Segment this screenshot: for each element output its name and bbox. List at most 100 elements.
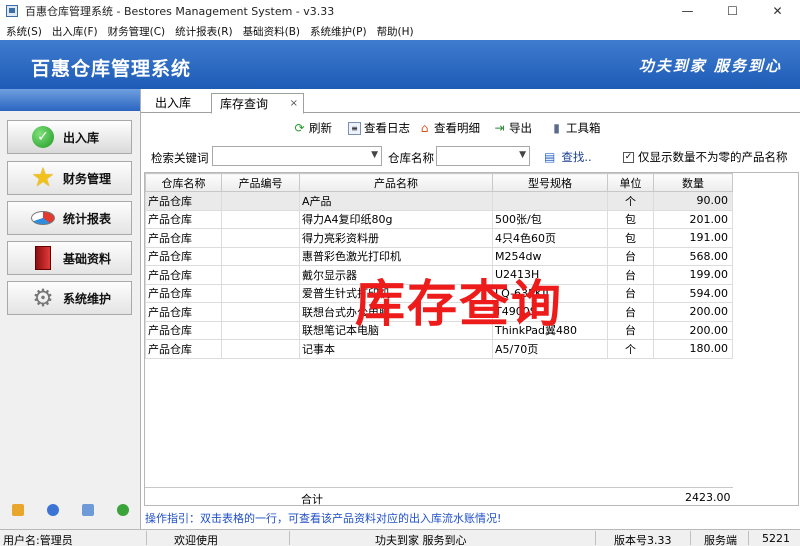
chevron-down-icon[interactable]: ▼ [519,150,526,160]
key-icon[interactable] [11,504,24,516]
tab-inventory-query[interactable]: 库存查询 × [211,93,304,114]
table-cell: 产品仓库 [145,265,222,285]
sidebar-item-inout[interactable]: ✓ 出入库 [7,120,132,154]
home-icon: ⌂ [420,121,429,135]
menu-system[interactable]: 系统(S) [6,24,42,39]
warehouse-combo[interactable]: ▼ [436,146,530,166]
table-cell: 产品仓库 [145,209,222,229]
find-label: 查找.. [561,150,592,164]
banner-slogan: 功夫到家 服务到心 [638,57,782,75]
menu-inout[interactable]: 出入库(F) [52,24,98,39]
view-detail-button[interactable]: ⌂ 查看明细 [418,119,480,137]
table-cell [221,228,300,248]
table-cell [221,302,300,322]
keyword-label: 检索关键词 [151,151,209,165]
column-header[interactable]: 仓库名称 [145,173,222,192]
table-row[interactable]: 产品仓库 A产品 个 90.00 [145,191,733,211]
refresh-button[interactable]: ⟳ 刷新 [293,119,332,137]
sidebar-item-finance[interactable]: ★ 财务管理 [7,161,132,195]
status-divider [595,531,596,545]
table-cell: 产品仓库 [145,320,222,340]
exit-icon[interactable] [117,504,130,516]
table-cell: ThinkPad翼480 [492,320,608,340]
table-row[interactable]: 产品仓库 惠普彩色激光打印机 M254dw 台 568.00 [145,246,733,266]
toolbox-label: 工具箱 [566,121,601,135]
sidebar-item-reports[interactable]: 统计报表 [7,201,132,235]
find-button[interactable]: ▤ 查找.. [544,149,592,165]
column-header[interactable]: 单位 [607,173,654,192]
menu-help[interactable]: 帮助(H) [377,24,414,39]
star-icon: ★ [31,163,55,193]
menu-maintenance[interactable]: 系统维护(P) [310,24,367,39]
sidebar: ✓ 出入库 ★ 财务管理 统计报表 基础资料 ⚙ 系统维护 [0,89,141,529]
inventory-grid: 仓库名称 产品编号 产品名称 型号规格 单位 数量 产品仓库 A产品个 90.00 产… [145,173,733,359]
sidebar-item-label: 系统维护 [63,291,112,306]
sidebar-item-label: 财务管理 [63,171,112,186]
export-icon: ⇥ [494,121,505,135]
table-cell: 594.00 [653,283,733,303]
table-cell: 包 [607,228,654,248]
nonzero-label: 仅显示数量不为零的产品名称 [638,150,788,164]
tab-inout[interactable]: 出入库 [147,93,199,113]
sidebar-item-label: 统计报表 [63,211,112,226]
export-label: 导出 [509,121,532,135]
table-cell: 得力A4复印纸80g [299,209,493,229]
table-cell [492,191,608,211]
sidebar-item-basic-data[interactable]: 基础资料 [7,241,132,275]
refresh-icon: ⟳ [294,121,305,135]
minimize-button[interactable]: — [665,0,710,22]
operation-hint: 操作指引：双击表格的一行，可查看该产品资料对应的出入库流水账情况! [145,512,502,525]
table-cell: 爱普生针式打印机 [299,283,493,303]
table-cell: 联想笔记本电脑 [299,320,493,340]
table-cell: 记事本 [299,339,493,359]
toolbox-button[interactable]: ▮ 工具箱 [550,119,601,137]
toolbar: ⟳ 刷新 ≡ 查看日志 ⌂ 查看明细 ⇥ 导出 ▮ 工具箱 [141,117,800,139]
table-row[interactable]: 产品仓库 得力A4复印纸80g 500张/包包 201.00 [145,209,733,229]
table-cell: LQ-635KII [492,283,608,303]
title-bar: 百惠仓库管理系统 - Bestores Management System - … [0,0,800,22]
status-divider [690,531,691,545]
table-row[interactable]: 产品仓库 得力亮彩资料册 4只4色60页包 191.00 [145,228,733,248]
chevron-down-icon[interactable]: ▼ [371,150,378,160]
tab-close-icon[interactable]: × [290,94,298,114]
status-divider [289,531,290,545]
window-icon[interactable] [82,504,95,516]
close-button[interactable]: ✕ [755,0,800,22]
clock-icon[interactable] [46,504,59,516]
table-cell: 得力亮彩资料册 [299,228,493,248]
column-header[interactable]: 产品编号 [221,173,300,192]
column-header[interactable]: 产品名称 [299,173,493,192]
menu-finance[interactable]: 财务管理(C) [108,24,166,39]
menu-reports[interactable]: 统计报表(R) [175,24,233,39]
keyword-combo[interactable]: ▼ [212,146,382,166]
table-row[interactable]: 产品仓库 联想台式办公电脑 T4900S 台 200.00 [145,302,733,322]
table-cell: 包 [607,209,654,229]
sidebar-item-maintenance[interactable]: ⚙ 系统维护 [7,281,132,315]
view-log-label: 查看日志 [364,121,410,135]
maximize-button[interactable]: ☐ [710,0,755,22]
table-cell [221,209,300,229]
menu-basic-data[interactable]: 基础资料(B) [243,24,300,39]
column-header[interactable]: 型号规格 [492,173,608,192]
table-cell: U2413H [492,265,608,285]
table-cell: 个 [607,339,654,359]
nonzero-checkbox[interactable]: ✓ 仅显示数量不为零的产品名称 [623,149,788,165]
table-cell: 台 [607,302,654,322]
status-mode: 服务端 [704,534,737,546]
table-cell [221,265,300,285]
status-code: 5221 [762,532,790,545]
table-cell: 4只4色60页 [492,228,608,248]
header-banner: 百惠仓库管理系统 功夫到家 服务到心 [0,40,800,89]
total-row: 合计 2423.00 [145,487,733,506]
table-cell [221,191,300,211]
main-content: 出入库 库存查询 × ⟳ 刷新 ≡ 查看日志 ⌂ 查看明细 ⇥ 导出 ▮ 工具箱… [141,89,800,529]
table-row[interactable]: 产品仓库 联想笔记本电脑 ThinkPad翼480 台 200.00 [145,320,733,340]
checkbox-icon[interactable]: ✓ [623,151,634,163]
view-log-button[interactable]: ≡ 查看日志 [348,119,410,137]
export-button[interactable]: ⇥ 导出 [493,119,532,137]
table-row[interactable]: 产品仓库 记事本 A5/70页个 180.00 [145,339,733,359]
toolbox-icon: ▮ [553,121,560,135]
column-header[interactable]: 数量 [653,173,733,192]
table-row[interactable]: 产品仓库 戴尔显示器 U2413H 台 199.00 [145,265,733,285]
table-row[interactable]: 产品仓库 爱普生针式打印机 LQ-635KII 台 594.00 [145,283,733,303]
